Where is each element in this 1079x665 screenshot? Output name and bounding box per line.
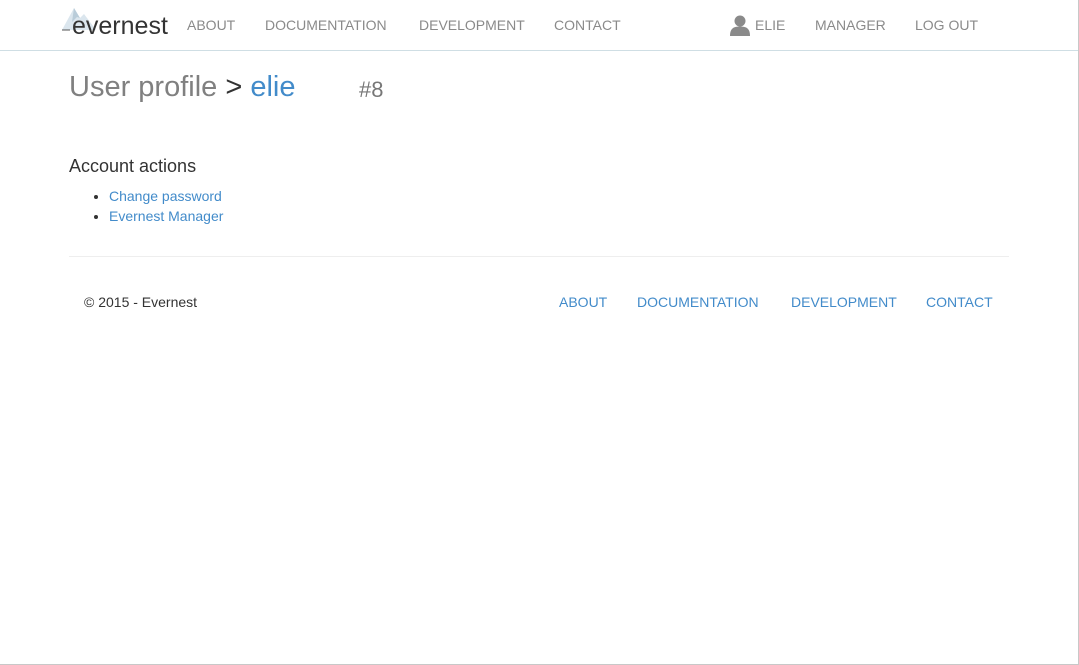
nav-documentation-link[interactable]: DOCUMENTATION (265, 17, 387, 33)
nav-development-link[interactable]: DEVELOPMENT (419, 17, 525, 33)
account-actions-list: Change password Evernest Manager (69, 186, 223, 226)
nav-user-label: ELIE (755, 17, 786, 33)
list-item: Change password (109, 186, 223, 206)
nav-manager-link[interactable]: MANAGER (815, 17, 886, 33)
nav-logout-link[interactable]: LOG OUT (915, 17, 978, 33)
brand-name: evernest (72, 12, 168, 40)
evernest-manager-link[interactable]: Evernest Manager (109, 208, 223, 224)
profile-username: elie (250, 71, 296, 103)
footer-documentation-link[interactable]: DOCUMENTATION (637, 294, 759, 310)
top-navbar: evernest ABOUT DOCUMENTATION DEVELOPMENT… (0, 0, 1078, 51)
nav-about-link[interactable]: ABOUT (187, 17, 235, 33)
nav-contact-link[interactable]: CONTACT (554, 17, 621, 33)
footer-about-link[interactable]: ABOUT (559, 294, 607, 310)
footer-copyright: © 2015 - Evernest (84, 294, 198, 310)
brand-logo[interactable]: evernest (60, 4, 172, 40)
page-title: User profile > elie (69, 70, 296, 104)
footer-development-link[interactable]: DEVELOPMENT (791, 294, 897, 310)
page-title-label: User profile (69, 71, 218, 103)
account-actions-heading: Account actions (69, 156, 197, 176)
footer-contact-link[interactable]: CONTACT (926, 294, 993, 310)
footer-divider (69, 256, 1009, 257)
page-title-separator: > (225, 71, 243, 103)
profile-user-id: #8 (359, 77, 384, 102)
list-item: Evernest Manager (109, 206, 223, 226)
user-icon (730, 15, 750, 36)
change-password-link[interactable]: Change password (109, 188, 222, 204)
